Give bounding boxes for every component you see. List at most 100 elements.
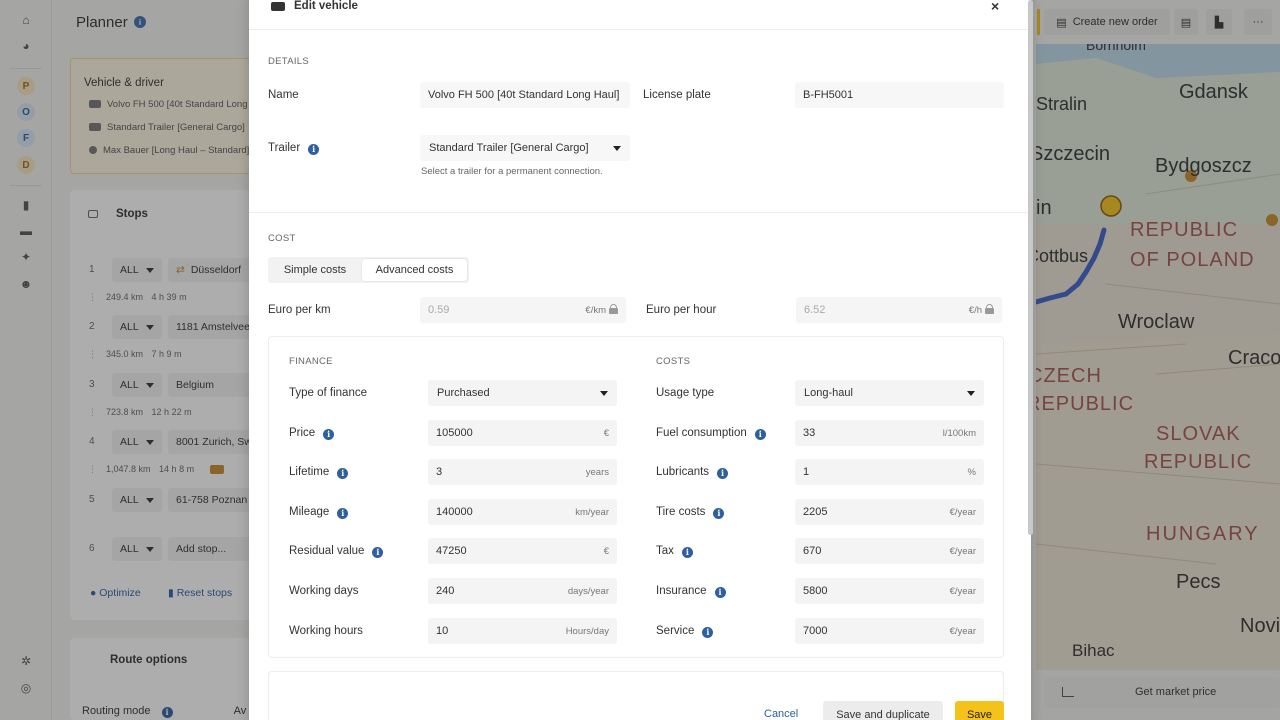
residual-value-input[interactable]: 47250 €: [428, 538, 617, 564]
lifetime-label: Lifetime i: [289, 466, 349, 479]
save-button[interactable]: Save: [955, 701, 1004, 720]
mileage-label: Mileage i: [289, 506, 349, 519]
lifetime-value: 3: [436, 466, 443, 478]
insurance-label: Insurance i: [656, 585, 726, 598]
costs-section-label: COSTS: [656, 356, 691, 367]
working-days-label: Working days: [289, 585, 359, 597]
fuel-consumption-label: Fuel consumption i: [656, 427, 766, 440]
tax-label-text: Tax: [656, 545, 674, 557]
service-label-text: Service: [656, 625, 695, 637]
unit-label: €: [603, 428, 609, 439]
advanced-costs-panel: FINANCE COSTS Type of finance Purchased …: [268, 336, 1004, 658]
price-label-text: Price: [289, 427, 316, 439]
trailer-label: Trailer i: [268, 142, 320, 155]
euro-per-hour-value: 6.52: [804, 304, 826, 316]
tab-simple-costs[interactable]: Simple costs: [270, 259, 360, 281]
unit-label: Hours/day: [565, 626, 609, 637]
unit-label: €/year: [949, 586, 976, 597]
info-icon[interactable]: i: [754, 429, 766, 440]
info-icon[interactable]: i: [323, 429, 335, 440]
tire-costs-label-text: Tire costs: [656, 506, 706, 518]
cost-section-label: COST: [268, 233, 296, 244]
trailer-label-text: Trailer: [268, 142, 301, 154]
info-icon[interactable]: i: [308, 144, 320, 155]
license-plate-input[interactable]: B-FH5001: [795, 82, 1004, 108]
unit-label: €: [603, 546, 609, 557]
info-icon[interactable]: i: [717, 468, 729, 479]
type-of-finance-value: Purchased: [437, 387, 490, 399]
finance-section-label: FINANCE: [289, 356, 333, 367]
chevron-down-icon: [967, 391, 975, 396]
lubricants-input[interactable]: 1%: [795, 459, 984, 485]
fuel-consumption-label-text: Fuel consumption: [656, 427, 747, 439]
euro-per-hour-input: 6.52 €/h: [796, 297, 1002, 323]
price-input[interactable]: 105000 €: [428, 420, 617, 446]
tire-costs-value: 2205: [803, 506, 828, 518]
info-icon[interactable]: i: [337, 468, 349, 479]
info-icon[interactable]: i: [372, 547, 384, 558]
edit-vehicle-dialog: Edit vehicle × DETAILS Name Volvo FH 500…: [249, 0, 1031, 720]
usage-type-value: Long-haul: [804, 387, 853, 399]
lubricants-label: Lubricants i: [656, 466, 729, 479]
trailer-select[interactable]: Standard Trailer [General Cargo]: [420, 135, 630, 161]
dialog-title: Edit vehicle: [294, 0, 358, 12]
details-section-label: DETAILS: [268, 56, 309, 67]
service-label: Service i: [656, 625, 714, 638]
lubricants-value: 1: [803, 466, 810, 478]
info-icon[interactable]: i: [337, 508, 349, 519]
divider: [249, 212, 1031, 213]
working-days-input[interactable]: 240 days/year: [428, 578, 617, 604]
working-days-value: 240: [436, 585, 455, 597]
type-of-finance-select[interactable]: Purchased: [428, 380, 617, 406]
trailer-select-value: Standard Trailer [General Cargo]: [429, 142, 589, 154]
tax-input[interactable]: 670 €/year: [795, 538, 984, 564]
lifetime-label-text: Lifetime: [289, 466, 330, 478]
unit-label: l/100km: [942, 428, 976, 439]
name-input[interactable]: Volvo FH 500 [40t Standard Long Haul]: [420, 82, 630, 108]
fuel-consumption-value: 33: [803, 427, 816, 439]
lubricants-label-text: Lubricants: [656, 466, 710, 478]
info-icon[interactable]: i: [681, 547, 693, 558]
price-label: Price i: [289, 427, 335, 440]
tax-label: Tax i: [656, 545, 693, 558]
lifetime-input[interactable]: 3 years: [428, 459, 617, 485]
unit-label: days/year: [567, 586, 609, 597]
truck-icon: [271, 2, 285, 11]
unit-label: km/year: [575, 507, 609, 518]
insurance-label-text: Insurance: [656, 585, 707, 597]
cost-mode-tabs: Simple costs Advanced costs: [268, 257, 469, 283]
tire-costs-input[interactable]: 2205 €/year: [795, 499, 984, 525]
info-icon[interactable]: i: [702, 627, 714, 638]
info-icon[interactable]: i: [714, 587, 726, 598]
service-input[interactable]: 7000 €/year: [795, 618, 984, 644]
usage-type-select[interactable]: Long-haul: [795, 380, 984, 406]
trailer-hint: Select a trailer for a permanent connect…: [421, 166, 603, 177]
unit-label: years: [585, 467, 609, 478]
close-icon[interactable]: ×: [991, 0, 999, 14]
working-hours-input[interactable]: 10 Hours/day: [428, 618, 617, 644]
info-icon[interactable]: i: [713, 508, 725, 519]
mileage-value: 140000: [436, 506, 473, 518]
usage-type-label: Usage type: [656, 387, 715, 399]
residual-value-label-text: Residual value: [289, 545, 365, 557]
type-of-finance-label: Type of finance: [289, 387, 367, 399]
tab-advanced-costs[interactable]: Advanced costs: [362, 259, 467, 281]
price-value: 105000: [436, 427, 473, 439]
lock-icon: [609, 304, 618, 314]
unit-label: €/km: [585, 305, 606, 316]
euro-per-km-value: 0.59: [428, 304, 450, 316]
dialog-scrollbar[interactable]: [1028, 0, 1033, 535]
unit-label: %: [967, 467, 976, 478]
unit-label: €/year: [949, 546, 976, 557]
working-hours-label: Working hours: [289, 625, 363, 637]
fuel-consumption-input[interactable]: 33 l/100km: [795, 420, 984, 446]
insurance-input[interactable]: 5800 €/year: [795, 578, 984, 604]
working-hours-value: 10: [436, 625, 449, 637]
unit-label: €/year: [949, 507, 976, 518]
tax-value: 670: [803, 545, 822, 557]
mileage-input[interactable]: 140000 km/year: [428, 499, 617, 525]
save-and-duplicate-button[interactable]: Save and duplicate: [823, 701, 943, 720]
euro-per-hour-label: Euro per hour: [646, 304, 717, 316]
unit-label: €/year: [949, 626, 976, 637]
cancel-button[interactable]: Cancel: [764, 708, 798, 720]
